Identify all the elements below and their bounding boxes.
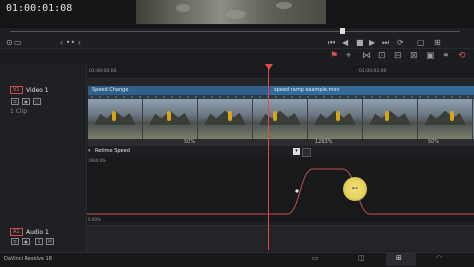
clip-file-name: speed ramp example.mov [274,87,340,93]
next-icon[interactable]: ⏭ [382,38,389,48]
clip-thumbnails[interactable] [88,99,474,139]
snap-icon[interactable]: ⟲ [458,51,466,61]
flag-icon[interactable]: ⚑ [330,51,338,61]
video-preview [136,0,326,24]
timecode-display: 01:00:01:08 [6,3,73,14]
speed-percent-3[interactable]: 50% [428,139,439,145]
select-icon[interactable]: ⊡ [378,51,386,61]
retime-curve-header [87,147,474,157]
speed-percent-row: 50% 1263% 50% [88,139,474,146]
playhead-handle[interactable] [265,64,273,70]
audio-track-lane[interactable] [87,225,474,251]
timeline-ruler[interactable]: 01:00:00:00 01:00:02:00 [87,65,474,79]
replace-icon[interactable]: ▣ [426,51,435,61]
speed-curve-line[interactable] [87,168,474,215]
rewind-icon[interactable]: ⏮ [328,38,335,48]
visibility-icon[interactable]: ▣ [22,98,30,105]
retime-curve-svg[interactable] [87,157,474,222]
speed-percent-1[interactable]: 50% [184,139,195,145]
curve-y-min-label: 0.00% [88,217,101,222]
curve-dropdown-button[interactable]: ▾ [293,148,300,155]
audio-lock-icon[interactable]: ⚿ [11,238,19,245]
viewer-scrubber[interactable] [10,31,460,32]
play-icon[interactable]: ▶ [369,38,375,47]
retime-curve-editor[interactable] [87,157,474,222]
curve-y-max-label: 1900.0% [88,158,106,163]
fusion-page-icon[interactable]: ◠ [436,254,442,262]
viewer-mode-icon[interactable]: ▭ [14,38,22,47]
edit-page-icon[interactable]: ⊞ [396,254,402,262]
ruler-timecode-start: 01:00:00:00 [89,69,117,74]
more-options-icon[interactable]: ‹ •• › [60,38,81,47]
curve-handle-icon[interactable]: ⊷ [352,185,358,192]
blade-icon[interactable]: ⋈ [362,51,371,61]
insert-icon[interactable]: ⊟ [394,51,402,61]
solo-icon[interactable]: S [35,238,43,245]
video-track-id[interactable]: V1 [10,86,23,94]
stop-icon[interactable]: ■ [356,38,364,47]
playhead-line[interactable] [268,66,269,250]
media-page-icon[interactable]: ▭ [312,254,319,262]
audio-record-icon[interactable]: ● [22,238,30,245]
collapse-curve-icon[interactable]: ▾ [88,148,91,154]
link-icon[interactable]: ⚭ [442,51,450,61]
curve-keyframe-1[interactable] [295,189,299,193]
track-toggle-icon[interactable]: ▢ [33,98,41,105]
audio-track-id[interactable]: A1 [10,228,23,236]
retime-speed-title: Retime Speed [95,148,130,154]
speed-percent-2[interactable]: 1263% [315,139,332,145]
video-track-name: Video 1 [26,87,49,94]
loop-icon[interactable]: ⟳ [397,38,404,47]
viewer-options-icon[interactable]: ⊙ [6,38,13,47]
curve-edit-button[interactable] [302,148,311,157]
speed-change-label: Speed Change [92,87,129,93]
cut-page-icon[interactable]: ◫ [358,254,365,262]
timeline-toolbar: ⚑ ⌖ ⋈ ⊡ ⊟ ⊠ ▣ ⚭ ⟲ [0,48,474,66]
audio-track-name: Audio 1 [26,229,49,236]
video-track-clip-count: 1 Clip [10,108,28,115]
ruler-timecode-2s: 01:00:02:00 [359,69,387,74]
viewer-layout-icon[interactable]: ▢ [417,38,425,47]
clip-name-bar[interactable]: speed ramp example.mov [270,86,474,95]
match-frame-icon[interactable]: ⊞ [434,38,441,47]
reverse-play-icon[interactable]: ◀ [342,38,348,47]
app-name: DaVinci Resolve 18 [4,256,52,262]
overwrite-icon[interactable]: ⊠ [410,51,418,61]
lock-icon[interactable]: ⚿ [11,98,19,105]
trim-icon[interactable]: ⌖ [346,51,351,61]
mute-icon[interactable]: M [46,238,54,245]
